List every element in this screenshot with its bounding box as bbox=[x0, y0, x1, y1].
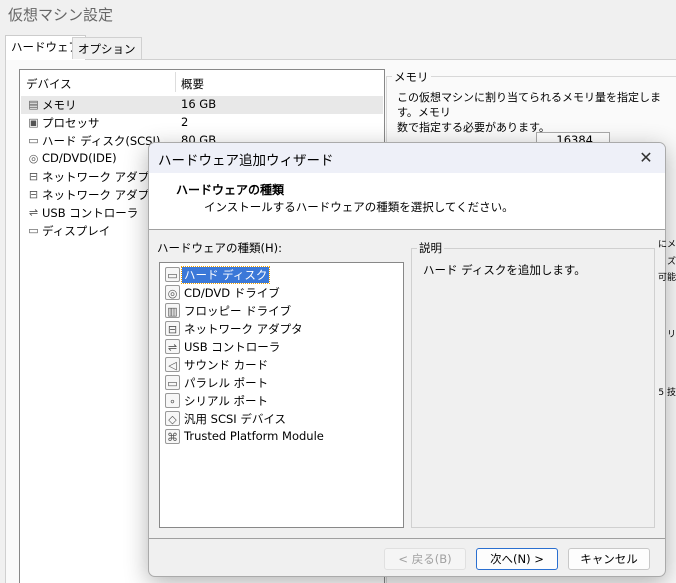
scsi-icon: ◇ bbox=[165, 411, 180, 426]
hardware-type-label: シリアル ポート bbox=[184, 394, 269, 408]
hardware-type-item[interactable]: ⊟ ネットワーク アダプタ bbox=[164, 320, 394, 338]
device-name: ネットワーク アダプタ bbox=[42, 170, 161, 184]
device-name: プロセッサ bbox=[42, 116, 100, 130]
hardware-type-item[interactable]: ▥ フロッピー ドライブ bbox=[164, 302, 394, 320]
device-name: USB コントローラ bbox=[42, 206, 139, 220]
hardware-type-item[interactable]: ◁ サウンド カード bbox=[164, 356, 394, 374]
memory-description-1: この仮想マシンに割り当てられるメモリ量を指定します。メモリ bbox=[397, 91, 661, 119]
dialog-title-bar[interactable]: ハードウェア追加ウィザード ✕ bbox=[149, 143, 665, 173]
device-name: ハード ディスク(SCSI) bbox=[42, 134, 161, 148]
serial-port-icon: ∘ bbox=[165, 393, 180, 408]
processor-icon: ▣ bbox=[28, 116, 39, 129]
device-row[interactable]: ▤ メモリ 16 GB bbox=[21, 96, 383, 114]
network-adapter-icon: ⊟ bbox=[165, 321, 180, 336]
window-title: 仮想マシン設定 bbox=[8, 6, 114, 24]
floppy-icon: ▥ bbox=[165, 303, 180, 318]
network-adapter-icon: ⊟ bbox=[28, 188, 39, 201]
display-icon: ▭ bbox=[28, 224, 39, 237]
hard-disk-icon: ▭ bbox=[165, 267, 180, 282]
memory-icon: ▤ bbox=[28, 98, 39, 111]
add-hardware-wizard-dialog: ハードウェア追加ウィザード ✕ ハードウェアの種類 インストールするハードウェア… bbox=[148, 142, 666, 577]
speaker-icon: ◁ bbox=[165, 357, 180, 372]
hardware-type-label: フロッピー ドライブ bbox=[184, 304, 292, 318]
cd-dvd-icon: ◎ bbox=[165, 285, 180, 300]
back-button[interactable]: < 戻る(B) bbox=[384, 548, 466, 570]
device-row[interactable]: ▣ プロセッサ 2 bbox=[21, 114, 383, 132]
wizard-step-subtitle: インストールするハードウェアの種類を選択してください。 bbox=[204, 200, 514, 214]
hardware-type-label: パラレル ポート bbox=[184, 376, 269, 390]
hardware-type-label: Trusted Platform Module bbox=[184, 429, 324, 443]
bg-text-fragment: にメ bbox=[657, 240, 676, 250]
device-summary: 16 GB bbox=[181, 97, 217, 111]
device-summary: 2 bbox=[181, 115, 189, 129]
hardware-type-label: ハード ディスク bbox=[180, 266, 271, 284]
column-header-summary[interactable]: 概要 bbox=[181, 76, 204, 94]
bg-text-fragment: 5 技 bbox=[658, 388, 676, 398]
dialog-title: ハードウェア追加ウィザード bbox=[158, 153, 334, 169]
description-group bbox=[411, 248, 655, 528]
tab-options[interactable]: オプション bbox=[72, 37, 142, 59]
cancel-button[interactable]: キャンセル bbox=[568, 548, 650, 570]
memory-description: この仮想マシンに割り当てられるメモリ量を指定します。メモリ 数で指定する必要があ… bbox=[397, 90, 674, 135]
wizard-header: ハードウェアの種類 インストールするハードウェアの種類を選択してください。 bbox=[149, 173, 665, 230]
device-name: CD/DVD(IDE) bbox=[42, 151, 117, 165]
column-divider bbox=[175, 72, 176, 92]
hardware-type-item[interactable]: ⇌ USB コントローラ bbox=[164, 338, 394, 356]
bg-text-fragment: ズ bbox=[666, 257, 676, 267]
network-adapter-icon: ⊟ bbox=[28, 170, 39, 183]
hardware-type-label: ネットワーク アダプタ bbox=[184, 322, 303, 336]
footer-divider bbox=[149, 538, 665, 539]
bg-text-fragment: リ bbox=[666, 330, 676, 340]
usb-icon: ⇌ bbox=[28, 206, 39, 219]
hardware-type-label: 汎用 SCSI デバイス bbox=[184, 412, 286, 426]
memory-group-label: メモリ bbox=[392, 69, 431, 85]
hardware-type-label: USB コントローラ bbox=[184, 340, 281, 354]
usb-icon: ⇌ bbox=[165, 339, 180, 354]
hardware-type-label: CD/DVD ドライブ bbox=[184, 286, 280, 300]
description-label: 説明 bbox=[417, 240, 444, 256]
hardware-type-item[interactable]: ◎ CD/DVD ドライブ bbox=[164, 284, 394, 302]
hardware-type-item[interactable]: ◇ 汎用 SCSI デバイス bbox=[164, 410, 394, 428]
wizard-step-title: ハードウェアの種類 bbox=[176, 183, 285, 197]
hardware-type-label: サウンド カード bbox=[184, 358, 269, 372]
parallel-port-icon: ▭ bbox=[165, 375, 180, 390]
hardware-type-list[interactable]: ▭ ハード ディスク ◎ CD/DVD ドライブ ▥ フロッピー ドライブ ⊟ ネットワーク … bbox=[159, 262, 404, 528]
hardware-type-item[interactable]: ⌘ Trusted Platform Module bbox=[164, 428, 394, 446]
description-text: ハード ディスクを追加します。 bbox=[423, 263, 586, 277]
device-name: ディスプレイ bbox=[42, 224, 111, 238]
hardware-type-item[interactable]: ▭ ハード ディスク bbox=[164, 266, 394, 284]
column-header-device[interactable]: デバイス bbox=[26, 76, 72, 94]
tpm-icon: ⌘ bbox=[165, 429, 180, 444]
hard-disk-icon: ▭ bbox=[28, 134, 39, 147]
bg-text-fragment: 可能 bbox=[657, 273, 676, 283]
hardware-type-label: ハードウェアの種類(H): bbox=[157, 241, 282, 255]
close-icon[interactable]: ✕ bbox=[635, 147, 657, 169]
cd-dvd-icon: ◎ bbox=[28, 152, 39, 165]
device-name: メモリ bbox=[42, 98, 77, 112]
hardware-type-item[interactable]: ▭ パラレル ポート bbox=[164, 374, 394, 392]
next-button[interactable]: 次へ(N) > bbox=[476, 548, 558, 570]
hardware-type-item[interactable]: ∘ シリアル ポート bbox=[164, 392, 394, 410]
